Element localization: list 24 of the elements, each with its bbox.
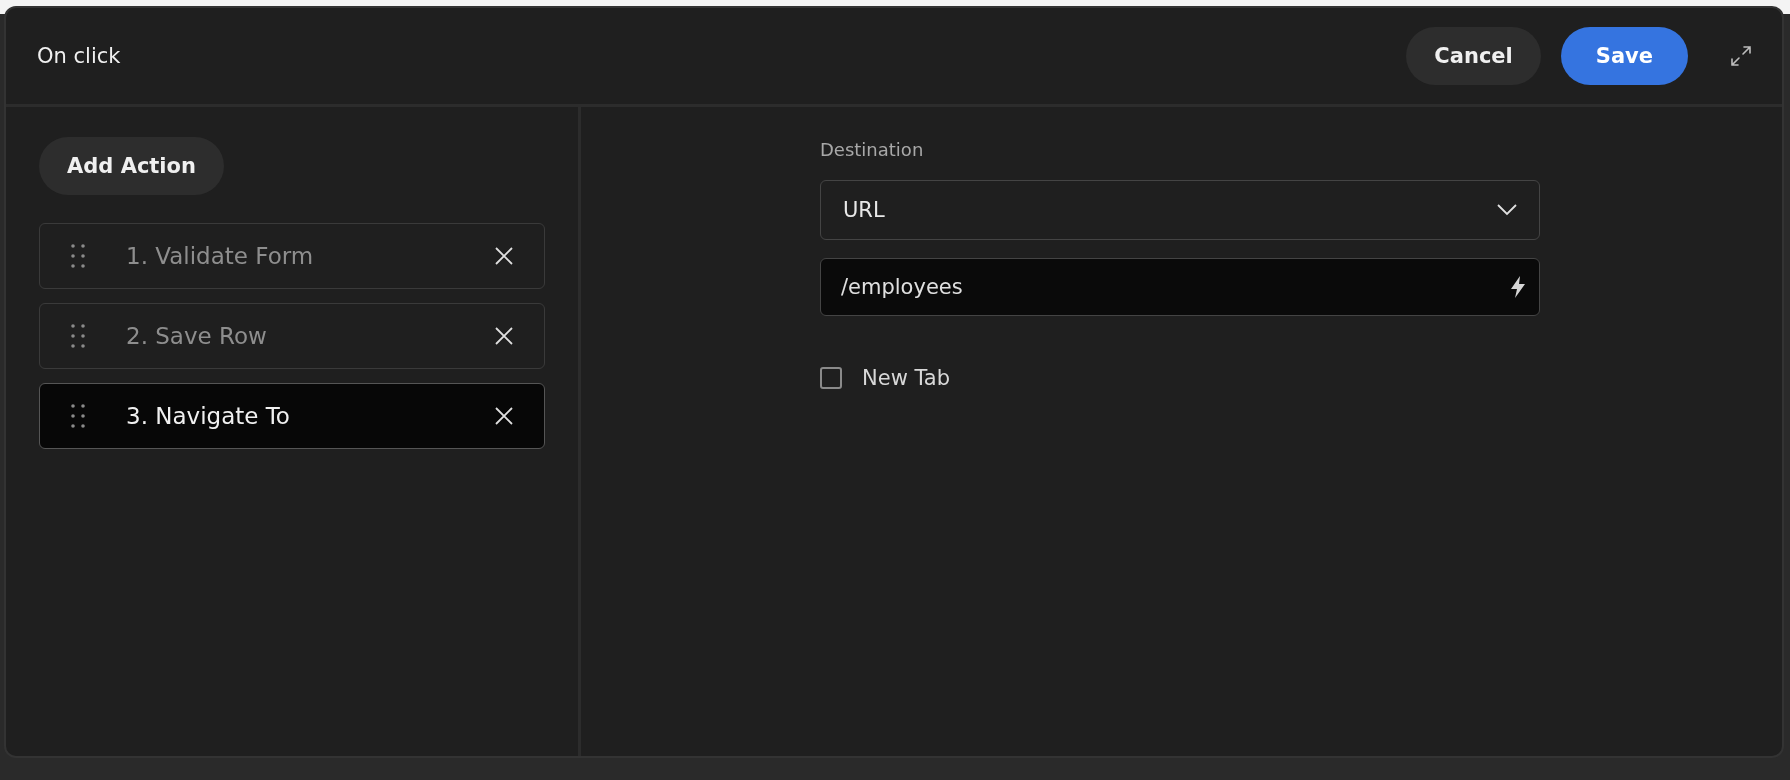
- dialog-title: On click: [37, 44, 121, 68]
- drag-handle-icon[interactable]: [70, 403, 86, 429]
- destination-label: Destination: [820, 139, 925, 160]
- action-item[interactable]: 2. Save Row: [39, 303, 545, 369]
- lightning-icon[interactable]: [1509, 275, 1527, 299]
- save-button[interactable]: Save: [1560, 27, 1688, 85]
- close-icon[interactable]: [494, 406, 514, 426]
- drag-handle-icon[interactable]: [70, 243, 86, 269]
- action-label: 2. Save Row: [126, 323, 268, 349]
- add-action-button[interactable]: Add Action: [39, 137, 224, 195]
- chevron-down-icon: [1497, 204, 1517, 216]
- action-item[interactable]: 1. Validate Form: [39, 223, 545, 289]
- close-icon[interactable]: [494, 246, 514, 266]
- destination-select[interactable]: URL: [820, 180, 1540, 240]
- expand-icon[interactable]: [1730, 45, 1752, 67]
- action-label: 3. Navigate To: [126, 403, 291, 429]
- cancel-button[interactable]: Cancel: [1406, 27, 1541, 85]
- action-item[interactable]: 3. Navigate To: [39, 383, 545, 449]
- new-tab-label: New Tab: [862, 366, 951, 390]
- action-label: 1. Validate Form: [126, 243, 315, 269]
- close-icon[interactable]: [494, 326, 514, 346]
- checkbox[interactable]: [820, 367, 842, 389]
- url-input-field[interactable]: /employees: [820, 258, 1540, 316]
- drag-handle-icon[interactable]: [70, 323, 86, 349]
